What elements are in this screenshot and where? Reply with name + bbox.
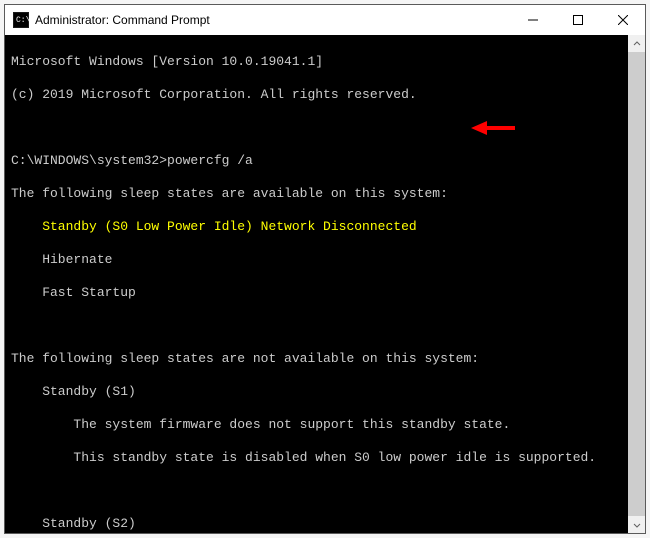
svg-text:C:\: C:\: [16, 16, 29, 25]
scroll-track[interactable]: [628, 52, 645, 516]
available-s0-line: Standby (S0 Low Power Idle) Network Disc…: [11, 219, 628, 236]
available-fast-startup: Fast Startup: [11, 285, 628, 302]
line-version: Microsoft Windows [Version 10.0.19041.1]: [11, 54, 628, 71]
s1-line1: The system firmware does not support thi…: [11, 417, 628, 434]
titlebar[interactable]: C:\ Administrator: Command Prompt: [5, 5, 645, 35]
close-button[interactable]: [600, 5, 645, 35]
maximize-button[interactable]: [555, 5, 600, 35]
minimize-button[interactable]: [510, 5, 555, 35]
prompt-line-1: C:\WINDOWS\system32>powercfg /a: [11, 153, 628, 170]
vertical-scrollbar[interactable]: [628, 35, 645, 533]
scroll-up-button[interactable]: [628, 35, 645, 52]
available-header: The following sleep states are available…: [11, 186, 628, 203]
command-prompt-window: C:\ Administrator: Command Prompt Micros…: [4, 4, 646, 534]
line-copyright: (c) 2019 Microsoft Corporation. All righ…: [11, 87, 628, 104]
cmd-icon: C:\: [13, 12, 29, 28]
prompt-command: powercfg /a: [167, 153, 253, 168]
blank-line: [11, 483, 628, 500]
available-hibernate: Hibernate: [11, 252, 628, 269]
window-title: Administrator: Command Prompt: [35, 13, 210, 27]
window-controls: [510, 5, 645, 35]
s2-title: Standby (S2): [11, 516, 628, 533]
terminal-area[interactable]: Microsoft Windows [Version 10.0.19041.1]…: [5, 35, 645, 533]
scroll-thumb[interactable]: [628, 52, 645, 516]
blank-line: [11, 318, 628, 335]
terminal-output: Microsoft Windows [Version 10.0.19041.1]…: [5, 35, 628, 533]
not-available-header: The following sleep states are not avail…: [11, 351, 628, 368]
prompt-path: C:\WINDOWS\system32>: [11, 153, 167, 168]
scroll-down-button[interactable]: [628, 516, 645, 533]
blank-line: [11, 120, 628, 137]
s1-line2: This standby state is disabled when S0 l…: [11, 450, 628, 467]
s1-title: Standby (S1): [11, 384, 628, 401]
